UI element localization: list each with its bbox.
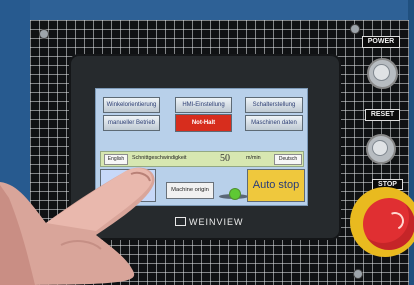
- pointing-hand: [0, 167, 155, 285]
- machine-control-panel: POWER RESET STOP Winkelorientierung HMI-…: [0, 0, 414, 285]
